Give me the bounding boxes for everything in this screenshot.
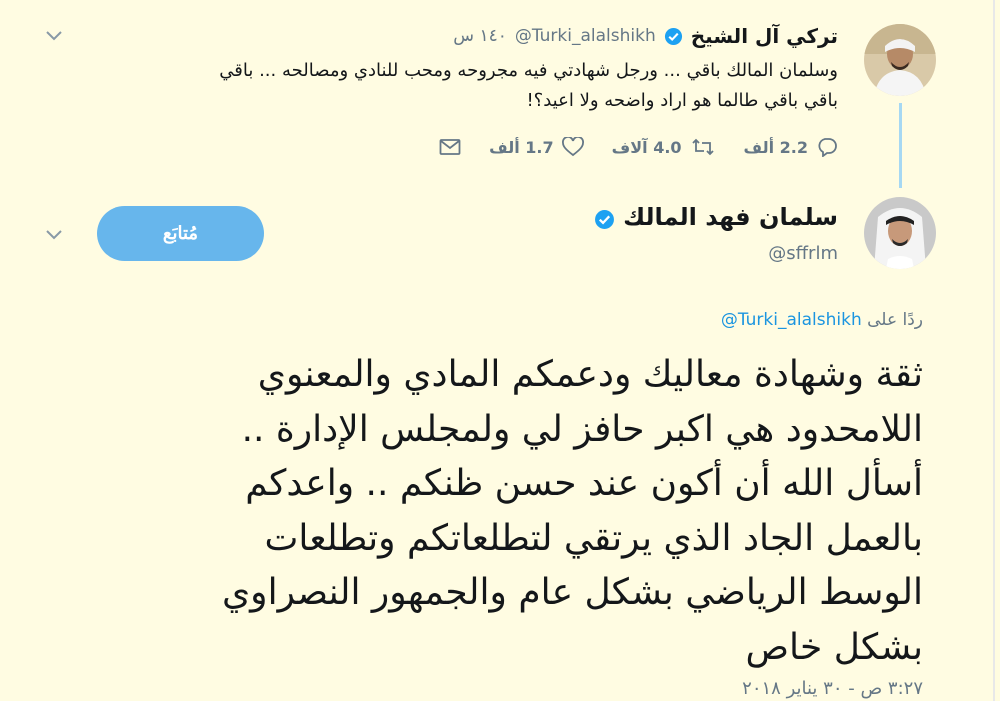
main-author-name[interactable]: سلمان فهد المالك (623, 203, 838, 231)
parent-tweet-header: تركي آل الشيخ @Turki_alalshikh ١٤٠ س (453, 22, 838, 50)
reply-count: 2.2 ألف (743, 137, 808, 157)
parent-avatar[interactable] (864, 24, 936, 96)
parent-tweet-text: وسلمان المالك باقي ... ورجل شهادتي فيه م… (58, 56, 838, 116)
like-action[interactable]: 1.7 ألف (489, 137, 584, 157)
retweet-icon (691, 138, 714, 156)
main-tweet-text: ثقة وشهادة معاليك ودعمكم المادي والمعنوي… (63, 348, 923, 675)
parent-text-line: وسلمان المالك باقي ... ورجل شهادتي فيه م… (219, 60, 838, 81)
reply-icon (818, 138, 837, 157)
verified-badge-icon (664, 27, 683, 46)
main-text-line: اللامحدود هي اكبر حافز لي ولمجلس الإدارة… (241, 408, 923, 450)
message-action[interactable] (439, 138, 461, 156)
reply-to-line: ردًا على @Turki_alalshikh (721, 310, 923, 330)
verified-badge-icon (595, 208, 615, 229)
reply-action[interactable]: 2.2 ألف (744, 137, 838, 157)
parent-chevron-down-icon[interactable] (45, 30, 63, 42)
like-count: 1.7 ألف (489, 137, 554, 157)
reply-to-link[interactable]: @Turki_alalshikh (721, 310, 862, 330)
tweet-timestamp[interactable]: ٣:٢٧ ص - ٣٠ يناير ٢٠١٨ (742, 678, 923, 699)
main-author-name-row: سلمان فهد المالك (595, 203, 838, 231)
retweet-count: 4.0 آلاف (611, 137, 682, 157)
parent-tweet-actions: 2.2 ألف 4.0 آلاف 1.7 ألف (439, 137, 838, 157)
main-avatar[interactable] (864, 197, 936, 269)
heart-icon (561, 137, 584, 157)
parent-tweet-time[interactable]: ١٤٠ س (453, 26, 507, 46)
parent-author-name[interactable]: تركي آل الشيخ (691, 24, 838, 48)
tweet-panel: تركي آل الشيخ @Turki_alalshikh ١٤٠ س وسل… (0, 0, 995, 701)
main-text-line: الوسط الرياضي بشكل عام والجمهور النصراوي (222, 572, 923, 613)
main-chevron-down-icon[interactable] (45, 229, 63, 241)
main-text-line: أسأل الله أن أكون عند حسن ظنكم .. واعدكم (245, 463, 923, 504)
retweet-action[interactable]: 4.0 آلاف (612, 137, 716, 157)
main-text-line: بالعمل الجاد الذي يرتقي لتطلعاتكم وتطلعا… (264, 517, 923, 559)
main-author-handle[interactable]: @sffrlm (768, 243, 838, 264)
parent-author-handle[interactable]: @Turki_alalshikh (515, 26, 656, 46)
thread-connector (899, 103, 902, 188)
main-text-line: بشكل خاص (745, 626, 923, 668)
main-text-line: ثقة وشهادة معاليك ودعمكم المادي والمعنوي (257, 354, 923, 395)
reply-to-prefix: ردًا على (867, 310, 923, 330)
follow-button[interactable]: مُتابَع (97, 206, 264, 261)
envelope-icon (439, 139, 461, 155)
parent-text-line: باقي باقي طالما هو اراد واضحه ولا اعيد؟! (526, 90, 838, 111)
